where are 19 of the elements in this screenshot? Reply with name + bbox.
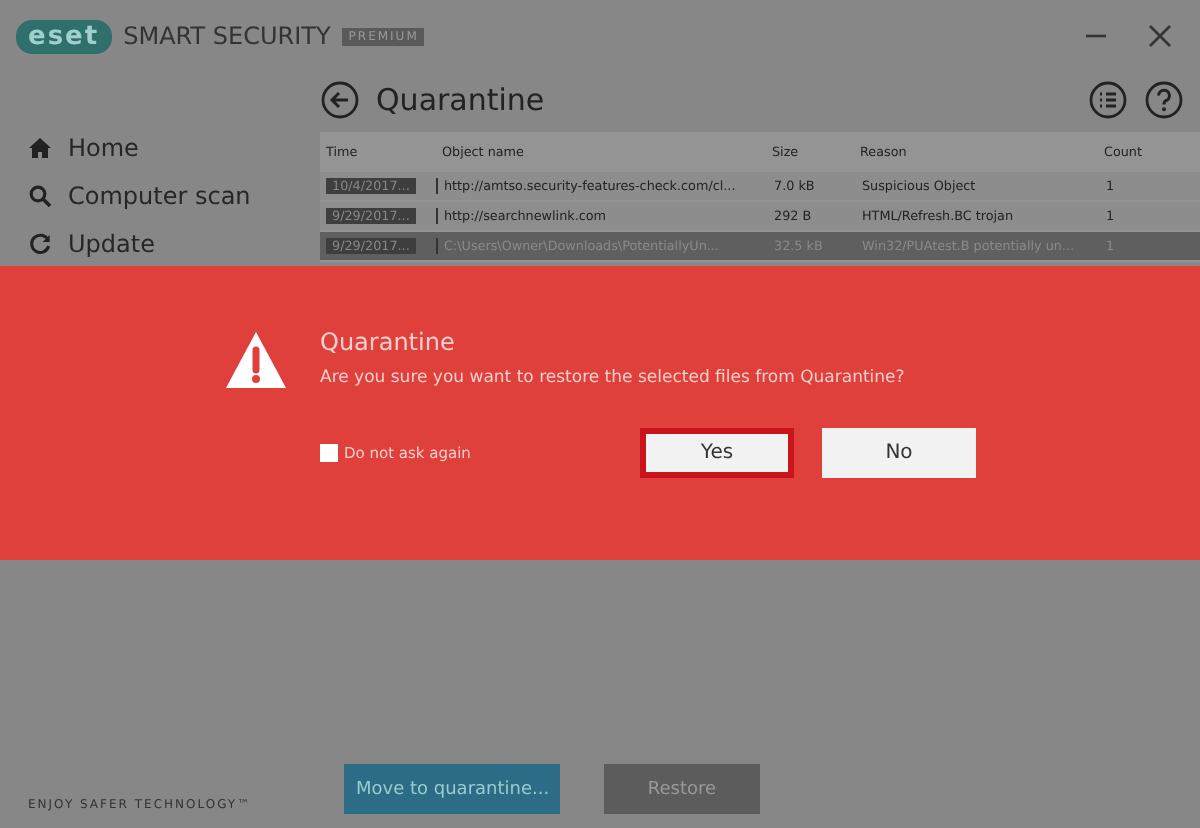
action-button[interactable]: Move to quarantine... <box>344 764 560 814</box>
sidebar-item[interactable]: Home <box>28 124 320 172</box>
dialog-title: Quarantine <box>320 328 457 356</box>
warning-icon <box>224 330 288 390</box>
back-icon[interactable] <box>320 80 360 120</box>
refresh-icon <box>28 232 52 256</box>
page-title: Quarantine <box>376 82 545 118</box>
dialog-message: Are you sure you want to restore the selected files from Quarantine? <box>320 368 907 388</box>
logo: eset <box>16 19 112 53</box>
dialog-button[interactable]: No <box>822 428 976 478</box>
sidebar-item[interactable]: Computer scan <box>28 172 320 220</box>
dialog-button[interactable]: Yes <box>640 428 794 478</box>
search-icon <box>28 184 52 208</box>
app-title: SMART SECURITY <box>123 22 331 50</box>
list-icon[interactable] <box>1088 80 1128 120</box>
home-icon <box>28 136 52 160</box>
close-icon[interactable] <box>1148 24 1172 48</box>
help-icon[interactable] <box>1144 80 1184 120</box>
sidebar-item[interactable]: Update <box>28 220 320 268</box>
